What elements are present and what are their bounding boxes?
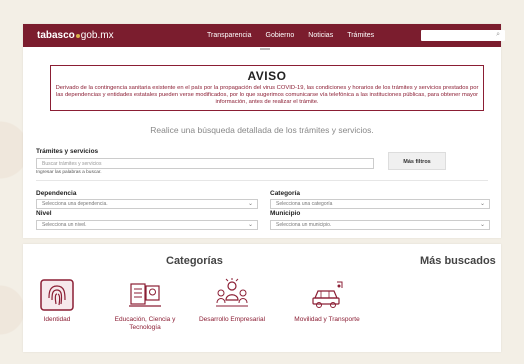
categoria-label: Categoría xyxy=(270,190,300,197)
logo-dot xyxy=(75,33,80,38)
notice-text: Derivado de la contingencia sanitaria ex… xyxy=(55,85,479,105)
more-filters-button[interactable]: Más filtros xyxy=(388,152,446,170)
nav-link-gobierno[interactable]: Gobierno xyxy=(266,32,295,39)
nav-links: Transparencia Gobierno Noticias Trámites xyxy=(207,32,374,39)
categoria-value: Selecciona una categoría xyxy=(276,201,333,207)
magnifier-icon[interactable]: ⌕ xyxy=(496,31,500,39)
nav-search-input[interactable]: ⌕ xyxy=(421,30,505,41)
category-label: Desarrollo Empresarial xyxy=(198,316,266,323)
logo-suffix: gob.mx xyxy=(80,30,114,41)
scroll-indicator xyxy=(260,48,270,50)
nav-link-transparencia[interactable]: Transparencia xyxy=(207,32,252,39)
dependencia-select[interactable]: Selecciona una dependencia. ⌄ xyxy=(36,199,258,209)
search-input[interactable]: Buscar trámites y servicios xyxy=(36,158,374,169)
nav-link-tramites[interactable]: Trámites xyxy=(347,32,374,39)
category-movilidad[interactable]: Movilidad y Transporte xyxy=(292,278,362,324)
category-label: Educación, Ciencia y Tecnología xyxy=(114,316,176,331)
logo-main: tabasco xyxy=(37,30,75,41)
categories-title: Categorías xyxy=(166,255,223,267)
search-tagline: Realice una búsqueda detallada de los tr… xyxy=(150,125,374,135)
nav-link-noticias[interactable]: Noticias xyxy=(308,32,333,39)
chevron-down-icon: ⌄ xyxy=(247,201,253,207)
search-hint: Ingresar las palabras a buscar. xyxy=(36,170,102,175)
nivel-value: Selecciona un nivel. xyxy=(42,222,87,228)
section-divider xyxy=(36,180,488,181)
category-educacion[interactable]: Educación, Ciencia y Tecnología xyxy=(110,278,180,332)
categoria-select[interactable]: Selecciona una categoría ⌄ xyxy=(270,199,490,209)
municipio-label: Municipio xyxy=(270,210,301,217)
notice-box: AVISO Derivado de la contingencia sanita… xyxy=(50,65,484,111)
site-logo[interactable]: tabasco gob.mx xyxy=(37,30,207,41)
municipio-select[interactable]: Selecciona un municipio. ⌄ xyxy=(270,220,490,230)
dependencia-label: Dependencia xyxy=(36,190,77,197)
education-icon xyxy=(127,278,163,312)
most-searched-title: Más buscados xyxy=(420,255,496,267)
chevron-down-icon: ⌄ xyxy=(247,222,253,228)
search-label: Trámites y servicios xyxy=(36,148,99,155)
category-label: Identidad xyxy=(43,316,71,323)
chevron-down-icon: ⌄ xyxy=(479,222,485,228)
chevron-down-icon: ⌄ xyxy=(479,201,485,207)
business-icon xyxy=(214,278,250,312)
fingerprint-icon xyxy=(39,278,75,312)
top-navbar: tabasco gob.mx Transparencia Gobierno No… xyxy=(23,24,505,47)
nivel-select[interactable]: Selecciona un nivel. ⌄ xyxy=(36,220,258,230)
notice-title: AVISO xyxy=(247,69,287,83)
nivel-label: Nivel xyxy=(36,210,52,217)
category-desarrollo-empresarial[interactable]: Desarrollo Empresarial xyxy=(197,278,267,324)
category-label: Movilidad y Transporte xyxy=(294,316,360,323)
category-identidad[interactable]: Identidad xyxy=(22,278,92,324)
municipio-value: Selecciona un municipio. xyxy=(276,222,332,228)
car-icon xyxy=(309,278,345,312)
dependencia-value: Selecciona una dependencia. xyxy=(42,201,108,207)
